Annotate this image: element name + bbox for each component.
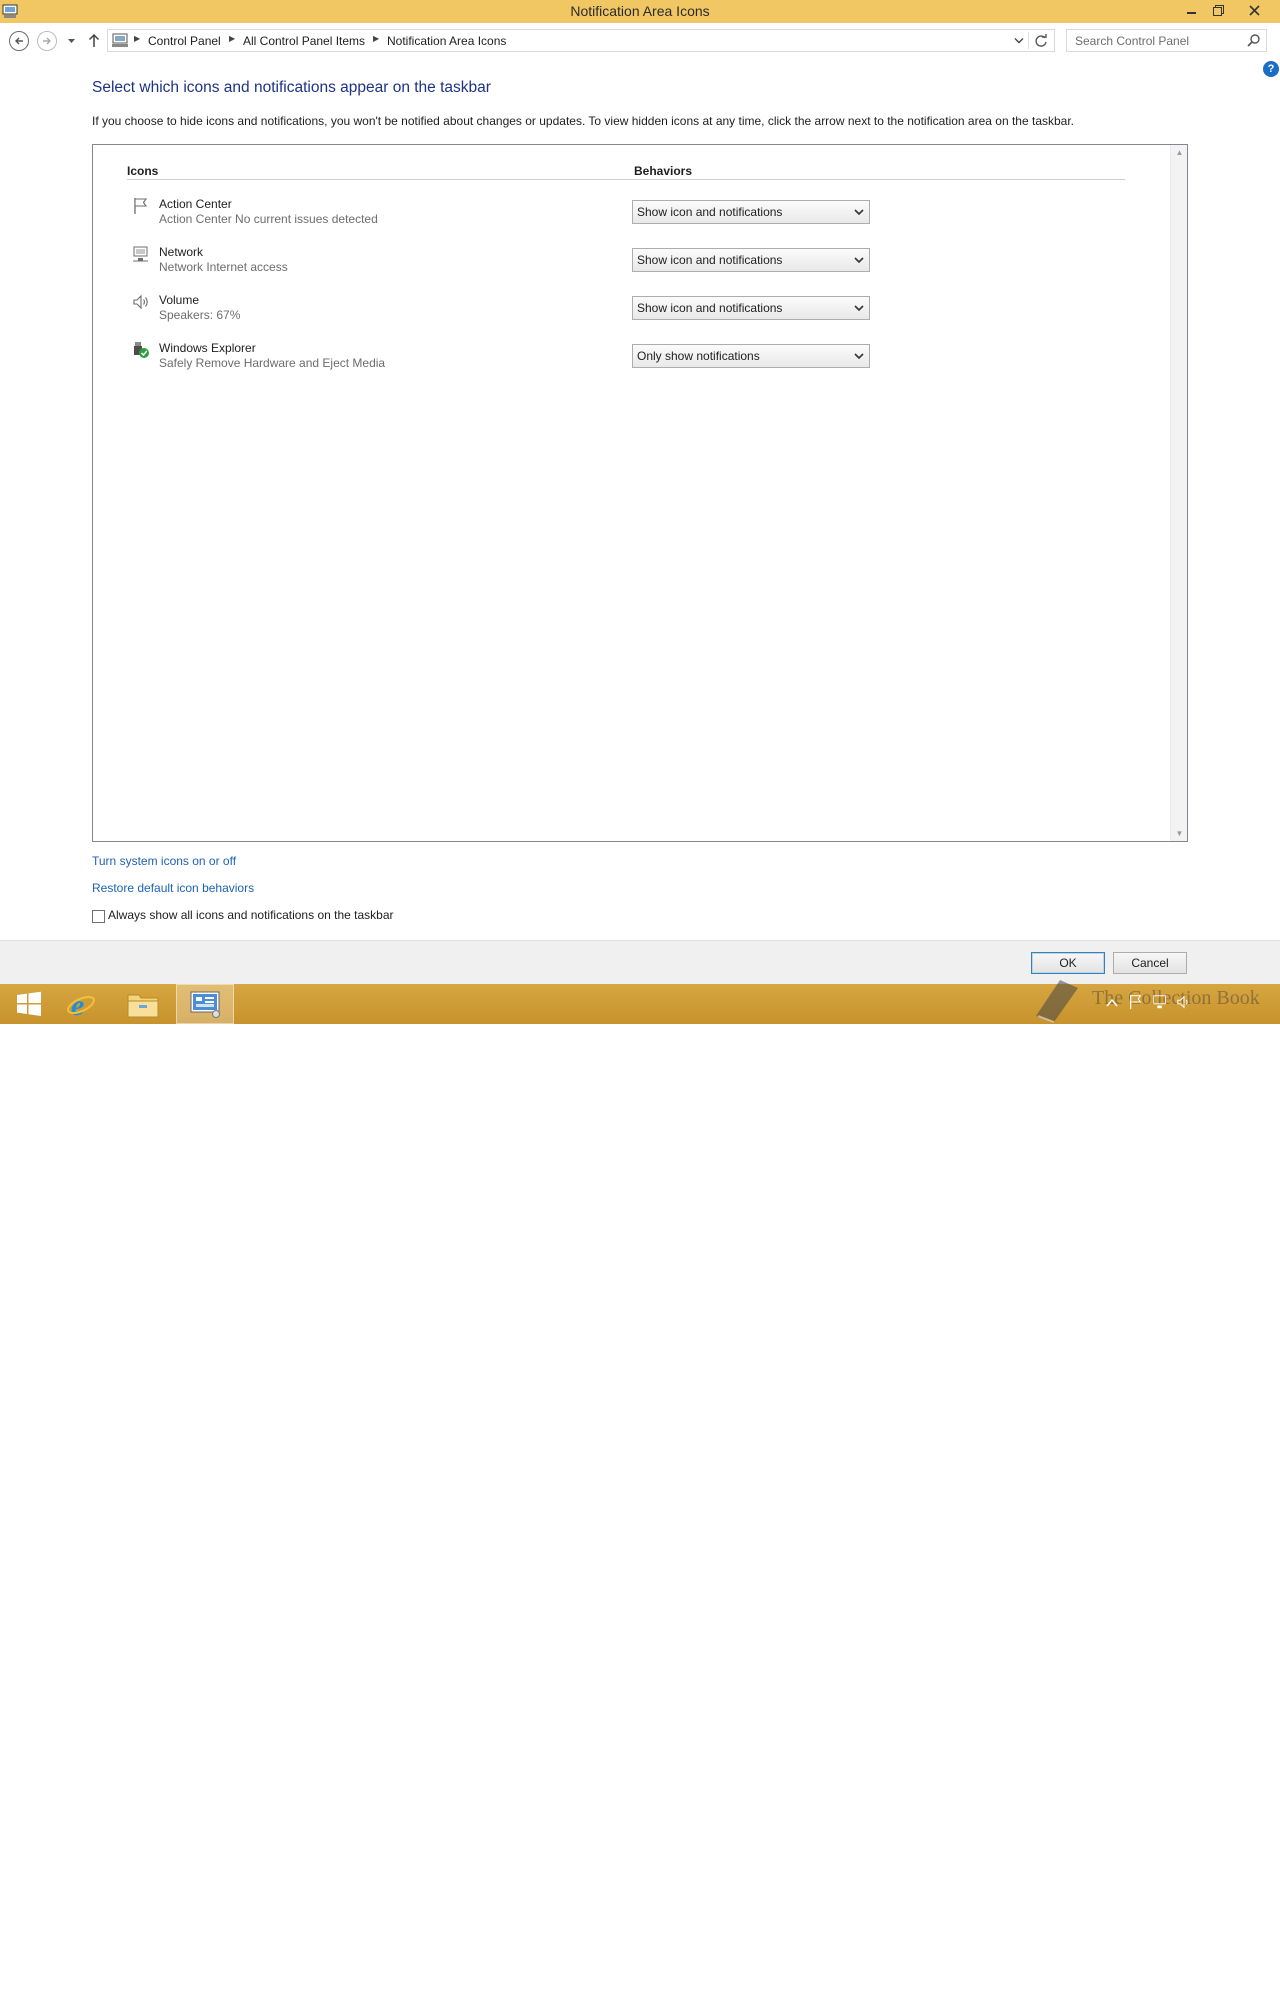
instructions-text: If you choose to hide icons and notifica…	[92, 114, 1075, 128]
dialog-footer: OK Cancel	[0, 940, 1280, 984]
address-divider	[1028, 32, 1029, 49]
arrow-right-icon	[43, 37, 51, 45]
search-input[interactable]	[1073, 31, 1243, 51]
vertical-scrollbar[interactable]: ▲ ▼	[1170, 145, 1187, 841]
close-icon	[1248, 5, 1260, 16]
behavior-select[interactable]: Show icon and notifications	[632, 296, 870, 320]
taskbar: e The Collection Book 4:05 PM 9/29/2013	[0, 980, 1280, 2002]
taskbar-file-explorer[interactable]	[114, 984, 172, 1024]
row-name: Windows Explorer	[159, 341, 256, 355]
column-header-behaviors: Behaviors	[634, 164, 693, 178]
row-description: Safely Remove Hardware and Eject Media	[159, 356, 386, 370]
search-icon[interactable]	[1247, 34, 1260, 47]
forward-button[interactable]	[37, 31, 57, 51]
recent-locations-chevron-icon[interactable]	[67, 38, 76, 44]
restore-default-behaviors-link[interactable]: Restore default icon behaviors	[92, 881, 254, 895]
taskbar-clock[interactable]: 4:05 PM 9/29/2013	[1190, 1972, 1264, 2004]
behavior-select[interactable]: Only show notifications	[632, 344, 870, 368]
behavior-select-value: Only show notifications	[637, 349, 760, 363]
row-description: Network Internet access	[159, 260, 288, 274]
file-explorer-icon	[127, 994, 159, 1018]
row-description: Action Center No current issues detected	[159, 212, 378, 226]
back-button[interactable]	[9, 31, 29, 51]
crumb-control-panel[interactable]: Control Panel	[148, 34, 221, 48]
chevron-down-icon	[854, 209, 864, 216]
scroll-down-icon[interactable]: ▼	[1171, 829, 1188, 838]
computer-icon	[112, 33, 128, 47]
refresh-icon[interactable]	[1034, 34, 1048, 48]
icon-behavior-list: Icons Behaviors Action Center Action Cen…	[92, 144, 1188, 842]
chevron-down-icon	[854, 305, 864, 312]
chevron-down-icon	[854, 257, 864, 264]
behavior-select[interactable]: Show icon and notifications	[632, 248, 870, 272]
title-bar: Notification Area Icons	[0, 0, 1280, 23]
svg-text:e: e	[71, 989, 84, 1020]
start-button[interactable]	[0, 984, 58, 1024]
breadcrumb-separator-icon[interactable]: ▶	[229, 34, 235, 43]
minimize-icon	[1187, 11, 1196, 14]
header-divider	[127, 179, 1125, 180]
ok-button[interactable]: OK	[1031, 952, 1105, 974]
flag-icon	[134, 198, 148, 214]
up-arrow-icon[interactable]	[88, 33, 100, 48]
speaker-icon	[133, 294, 148, 310]
network-icon	[133, 246, 148, 262]
tray-speaker-icon[interactable]	[1176, 994, 1192, 1010]
crumb-notification-area-icons[interactable]: Notification Area Icons	[387, 34, 506, 48]
search-box[interactable]	[1066, 29, 1267, 52]
behavior-select-value: Show icon and notifications	[637, 301, 783, 315]
breadcrumb-separator-icon[interactable]: ▶	[134, 34, 140, 43]
help-icon[interactable]: ?	[1263, 61, 1279, 77]
control-panel-icon	[190, 991, 220, 1018]
tray-network-icon[interactable]	[1152, 994, 1168, 1010]
close-button[interactable]	[1236, 0, 1272, 21]
book-watermark-icon	[1036, 980, 1078, 1023]
minimize-button[interactable]	[1178, 0, 1206, 21]
window-title: Notification Area Icons	[570, 3, 710, 19]
behavior-select[interactable]: Show icon and notifications	[632, 200, 870, 224]
page-title: Select which icons and notifications app…	[92, 79, 491, 96]
column-header-icons: Icons	[127, 164, 159, 178]
internet-explorer-icon: e	[67, 989, 95, 1020]
row-name: Volume	[159, 293, 200, 307]
arrow-left-icon	[15, 37, 23, 45]
address-breadcrumb[interactable]: ▶ Control Panel ▶ All Control Panel Item…	[107, 29, 1055, 52]
usb-eject-icon	[134, 342, 149, 358]
clock-time: 4:05 PM	[1223, 1974, 1264, 1986]
crumb-all-control-panel-items[interactable]: All Control Panel Items	[243, 34, 365, 48]
show-hidden-icons-icon[interactable]	[1106, 998, 1118, 1008]
clock-date: 9/29/2013	[1215, 1990, 1264, 2002]
address-dropdown-chevron-icon[interactable]	[1014, 37, 1024, 45]
restore-button[interactable]	[1204, 0, 1232, 21]
taskbar-internet-explorer[interactable]: e	[52, 984, 110, 1024]
tray-flag-icon[interactable]	[1128, 994, 1144, 1010]
behavior-select-value: Show icon and notifications	[637, 253, 783, 267]
chevron-down-icon	[854, 353, 864, 360]
taskbar-control-panel[interactable]	[176, 984, 234, 1024]
always-show-label[interactable]: Always show all icons and notifications …	[108, 908, 394, 922]
behavior-select-value: Show icon and notifications	[637, 205, 783, 219]
row-name: Action Center	[159, 197, 232, 211]
breadcrumb-separator-icon[interactable]: ▶	[373, 34, 379, 43]
scroll-up-icon[interactable]: ▲	[1171, 148, 1188, 157]
row-description: Speakers: 67%	[159, 308, 241, 322]
always-show-checkbox[interactable]	[92, 910, 105, 923]
cancel-button[interactable]: Cancel	[1113, 952, 1187, 974]
windows-start-icon	[17, 991, 41, 1016]
navigation-bar: ▶ Control Panel ▶ All Control Panel Item…	[0, 23, 1280, 59]
row-name: Network	[159, 245, 204, 259]
turn-system-icons-link[interactable]: Turn system icons on or off	[92, 854, 236, 868]
restore-icon	[1212, 5, 1224, 16]
